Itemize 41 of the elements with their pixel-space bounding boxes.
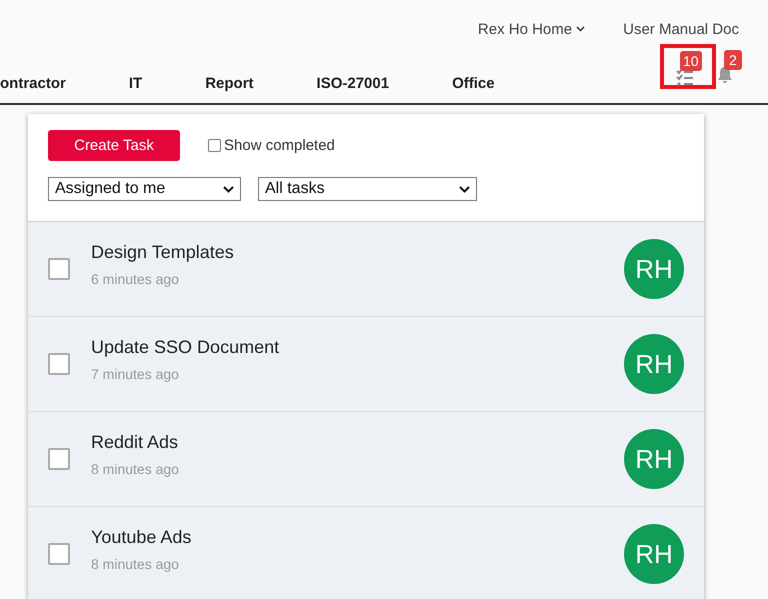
task-row[interactable]: Youtube Ads 8 minutes ago RH xyxy=(28,507,704,599)
nav-tab[interactable]: IT xyxy=(128,75,142,92)
task-checkbox[interactable] xyxy=(48,448,70,470)
avatar: RH xyxy=(624,334,684,394)
nav-tab[interactable]: ontractor xyxy=(0,75,66,92)
chevron-down-icon xyxy=(576,26,586,32)
count-badge: 10 xyxy=(680,51,702,71)
chevron-down-icon xyxy=(459,186,470,192)
checkbox[interactable] xyxy=(208,139,221,152)
avatar: RH xyxy=(624,239,684,299)
bell-icon xyxy=(716,66,734,84)
task-title: Update SSO Document xyxy=(91,336,280,358)
filter-select[interactable]: All tasks xyxy=(258,177,477,201)
task-title: Reddit Ads xyxy=(91,432,180,452)
task-checkbox[interactable] xyxy=(48,543,70,565)
nav-tab[interactable]: ISO-27001 xyxy=(316,75,390,92)
task-row[interactable]: Reddit Ads 8 minutes ago RH xyxy=(28,412,704,507)
checkbox-label: Show completed xyxy=(224,137,335,154)
task-time: 8 minutes ago xyxy=(91,460,180,476)
top-link[interactable]: Rex Ho Home xyxy=(478,14,586,44)
nav-tab[interactable]: Office xyxy=(452,75,495,92)
task-time: 6 minutes ago xyxy=(91,270,180,286)
task-time: 8 minutes ago xyxy=(91,556,180,572)
create-task-button[interactable]: Create Task xyxy=(48,130,180,161)
task-row[interactable]: Design Templates 6 minutes ago RH xyxy=(28,222,704,317)
tasks-button[interactable]: 10 xyxy=(660,44,716,89)
filter-select[interactable]: Assigned to me xyxy=(48,177,241,201)
avatar: RH xyxy=(624,429,684,489)
avatar: RH xyxy=(624,524,684,584)
count-badge: 2 xyxy=(724,50,742,70)
task-time: 7 minutes ago xyxy=(91,366,180,382)
task-checkbox[interactable] xyxy=(48,258,70,280)
top-link[interactable]: User Manual Doc xyxy=(623,14,739,44)
task-title: Design Templates xyxy=(91,242,235,262)
chevron-down-icon xyxy=(223,186,234,192)
checklist-icon xyxy=(676,68,694,86)
task-checkbox[interactable] xyxy=(48,353,70,375)
task-title: Youtube Ads xyxy=(91,526,192,548)
nav-tab[interactable]: Report xyxy=(205,75,254,92)
notifications-button[interactable]: 2 xyxy=(716,44,746,89)
task-row[interactable]: Update SSO Document 7 minutes ago RH xyxy=(28,317,704,412)
